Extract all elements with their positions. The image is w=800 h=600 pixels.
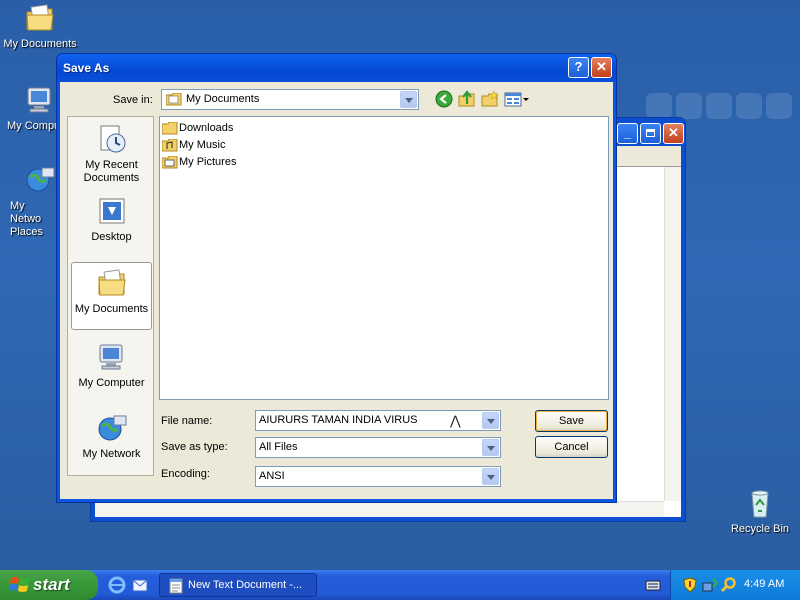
encoding-dropdown[interactable]: ANSI [255,466,501,487]
save-in-label: Save in: [113,94,153,106]
computer-icon [96,341,128,373]
notepad-icon [168,578,184,597]
folder-icon [165,92,182,109]
recent-documents-icon [96,123,128,155]
folder-documents-icon [24,2,56,34]
file-name: My Pictures [179,156,237,168]
place-label: My Documents [74,303,149,315]
network-connection-icon[interactable] [702,577,719,596]
save-as-type-dropdown[interactable]: All Files [255,437,501,458]
taskbar-item-notepad[interactable]: New Text Document -... [159,573,317,597]
dialog-title: Save As [63,61,110,75]
wallpaper-shape [736,93,762,119]
chevron-down-icon[interactable] [482,468,499,485]
vertical-scrollbar[interactable] [664,167,681,501]
windows-logo-icon [9,576,30,599]
minimize-icon: _ [623,125,632,140]
computer-icon [24,84,56,116]
dialog-title-bar[interactable]: Save As ? ✕ [57,54,616,82]
place-label: My Computer [78,377,145,389]
outlook-express-icon[interactable] [131,576,149,597]
place-my-computer[interactable]: My Computer [71,337,152,390]
file-name-label: File name: [161,415,213,427]
desktop-icon-label: My Netwo Places [10,200,44,238]
list-item[interactable]: My Music [161,137,226,153]
dialog-body: Save in: My Documents My Recent Document… [60,82,613,499]
horizontal-scrollbar[interactable] [95,501,664,517]
folder-icon [161,121,178,135]
list-item[interactable]: My Pictures [161,154,237,170]
back-arrow-icon[interactable] [435,90,453,108]
cancel-button[interactable]: Cancel [535,436,608,458]
save-as-type-value: All Files [259,441,298,453]
place-label: Desktop [91,231,132,243]
clock: 4:49 AM [744,578,785,590]
place-desktop[interactable]: Desktop [71,191,152,244]
desktop-icon-my-network-places[interactable]: My Netwo Places [0,164,56,239]
save-as-type-label: Save as type: [161,441,228,453]
place-my-documents[interactable]: My Documents [71,262,152,330]
recycle-bin-icon [744,487,776,519]
system-tray: 4:49 AM [670,570,800,600]
places-bar: My Recent Documents Desktop My Documents… [67,116,154,476]
close-button[interactable]: ✕ [663,123,684,144]
close-icon: ✕ [668,125,679,140]
save-button[interactable]: Save [535,410,608,432]
desktop-icon [96,195,128,227]
help-icon: ? [574,59,583,74]
save-in-value: My Documents [186,93,260,105]
keyboard-icon[interactable] [645,578,661,595]
desktop-icon-recycle-bin[interactable]: Recycle Bin [720,487,800,536]
maximize-button[interactable] [640,123,661,144]
minimize-button[interactable]: _ [617,123,638,144]
save-in-dropdown[interactable]: My Documents [161,89,419,110]
desktop-icon-label: My Documents [3,38,77,50]
start-label: start [33,575,70,594]
place-label: My Recent Documents [83,159,140,184]
wallpaper-shape [766,93,792,119]
help-button[interactable]: ? [568,57,589,78]
search-icon[interactable] [720,577,737,596]
place-my-recent-documents[interactable]: My Recent Documents [71,119,152,185]
file-name-field[interactable]: AIURURS TAMAN INDIA VIRUS ⋀ [255,410,501,431]
view-menu-icon[interactable] [504,90,530,108]
encoding-label: Encoding: [161,468,210,480]
file-name: My Music [179,139,226,151]
folder-documents-icon [96,267,128,299]
security-shield-icon[interactable] [683,577,697,596]
taskbar-item-label: New Text Document -... [188,579,303,591]
save-as-dialog: Save As ? ✕ Save in: My Documents My Rec… [56,53,617,503]
internet-explorer-icon[interactable] [108,576,126,597]
chevron-down-icon[interactable] [400,91,417,108]
close-icon: ✕ [596,59,607,74]
dialog-close-button[interactable]: ✕ [591,57,612,78]
wallpaper-shape [706,93,732,119]
place-my-network[interactable]: My Network [71,408,152,461]
chevron-down-icon[interactable] [482,412,499,429]
music-folder-icon [161,138,178,152]
network-globe-icon [24,164,56,196]
file-name-value: AIURURS TAMAN INDIA VIRUS [259,414,418,426]
desktop-icon-label: Recycle Bin [730,523,790,535]
wallpaper-shape [676,93,702,119]
desktop-icon-my-documents[interactable]: My Documents [0,2,80,51]
start-button[interactable]: start [0,570,98,600]
chevron-down-icon[interactable] [482,439,499,456]
file-name: Downloads [179,122,234,134]
up-folder-icon[interactable] [458,90,476,108]
place-label: My Network [82,448,141,460]
new-folder-icon[interactable] [481,90,499,108]
list-item[interactable]: Downloads [161,120,234,136]
network-globe-icon [96,412,128,444]
taskbar: start New Text Document -... 4:49 AM [0,570,800,600]
text-cursor-icon: ⋀ [450,413,461,428]
pictures-folder-icon [161,155,178,169]
file-list[interactable]: Downloads My Music My Pictures [159,116,609,400]
wallpaper-shape [646,93,672,119]
maximize-icon [646,129,655,137]
encoding-value: ANSI [259,470,285,482]
